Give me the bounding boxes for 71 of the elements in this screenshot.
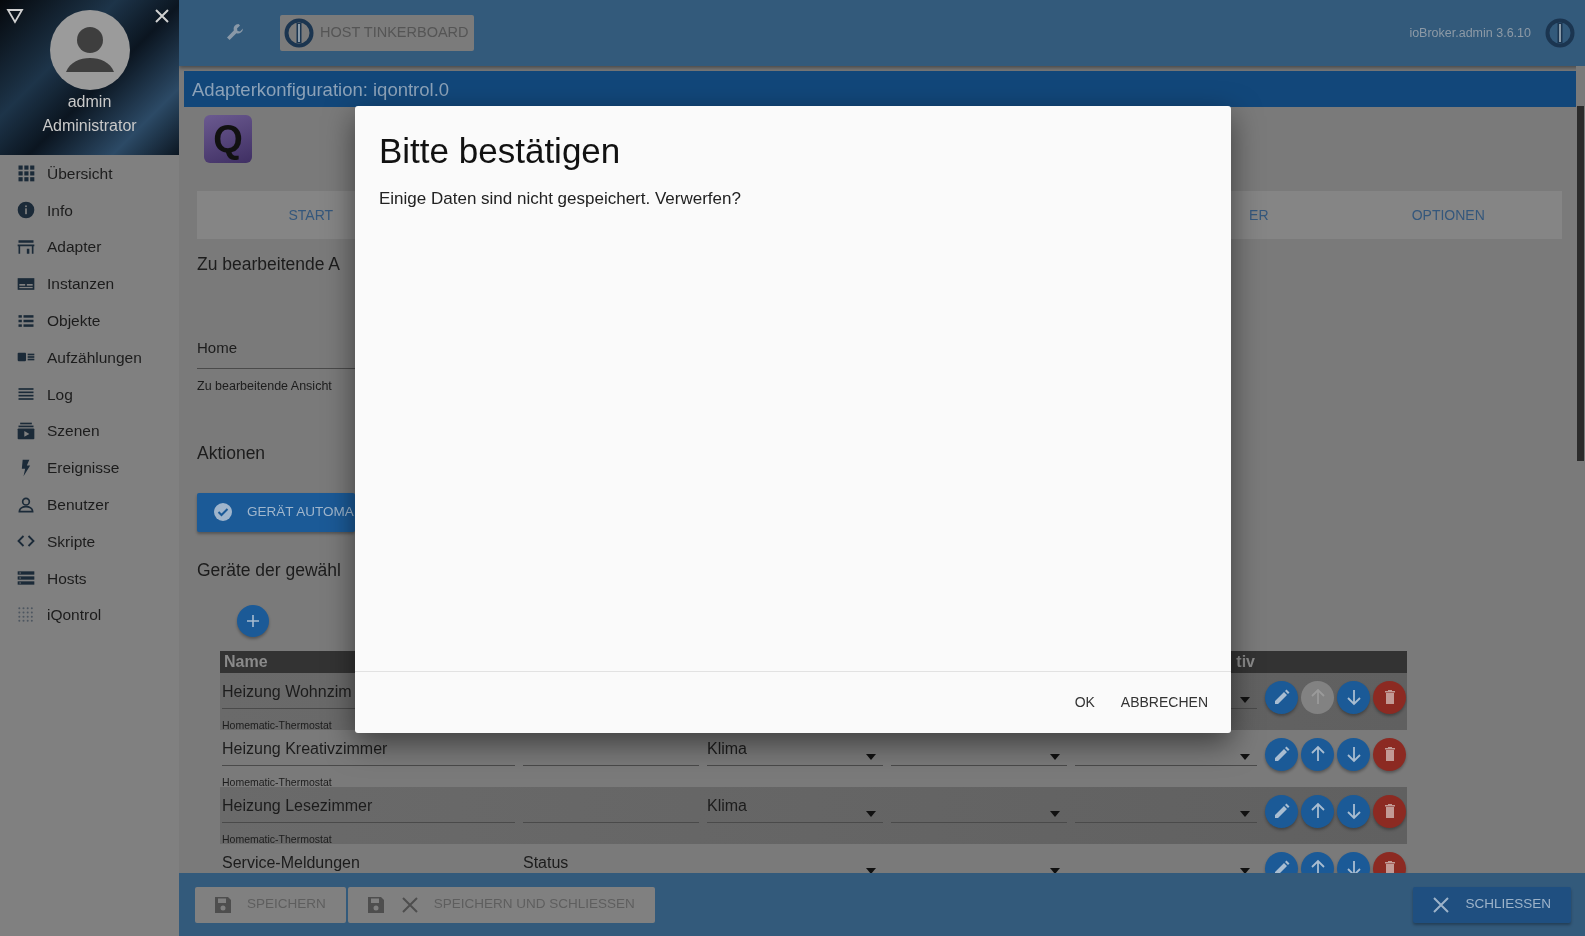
- dialog-message: Einige Daten sind nicht gespeichert. Verwerfen?: [378, 188, 742, 210]
- sidebar-item[interactable]: Aufzählungen: [0, 339, 179, 376]
- close-icon[interactable]: [154, 8, 170, 24]
- dialog-title: Bitte bestätigen: [378, 130, 622, 172]
- edit-button[interactable]: [1265, 794, 1298, 828]
- close-icon: [1431, 894, 1452, 915]
- device-type: Homematic-Thermostat: [222, 718, 333, 730]
- caret-icon: [1239, 810, 1251, 818]
- info-icon: [16, 200, 36, 221]
- version-label: ioBroker.admin 3.6.10: [1409, 24, 1531, 42]
- field-label: Zu bearbeitende Ansicht: [197, 377, 333, 395]
- caret-icon: [1049, 810, 1061, 818]
- triangle-icon[interactable]: [6, 8, 24, 24]
- device-type: Homematic-Thermostat: [222, 832, 333, 844]
- sidebar-item[interactable]: Log: [0, 375, 179, 413]
- caret-icon: [1049, 753, 1061, 761]
- caret-icon: [1239, 753, 1251, 761]
- caret-icon: [865, 753, 877, 761]
- page-title: Adapterkonfiguration: iqontrol.0: [184, 71, 1576, 107]
- sidebar-item[interactable]: Hosts: [0, 559, 179, 597]
- down-button[interactable]: [1337, 680, 1370, 714]
- add-button[interactable]: [237, 605, 269, 637]
- section-heading: Geräte der gewähl: [197, 558, 342, 582]
- sidebar-item[interactable]: Szenen: [0, 412, 179, 450]
- sidebar-item[interactable]: Instanzen: [0, 265, 179, 303]
- delete-button[interactable]: [1373, 794, 1406, 828]
- sidebar-item[interactable]: iQontrol: [0, 596, 179, 634]
- cancel-button[interactable]: ABBRECHEN: [1111, 686, 1217, 719]
- column-header: tiv: [1235, 652, 1255, 672]
- delete-button[interactable]: [1373, 737, 1406, 771]
- close-icon: [399, 894, 420, 915]
- save-icon: [213, 894, 233, 915]
- ok-button[interactable]: OK: [1065, 686, 1104, 719]
- dot-grid-icon: [16, 604, 36, 625]
- save-icon: [365, 894, 386, 915]
- down-button[interactable]: [1337, 737, 1370, 771]
- edit-button[interactable]: [1265, 737, 1298, 771]
- sidebar-item[interactable]: Info: [0, 191, 179, 229]
- grid-icon: [16, 163, 36, 184]
- scrollbar[interactable]: [1577, 106, 1584, 461]
- plus-icon: [246, 614, 260, 628]
- dropdown[interactable]: Klima: [707, 787, 883, 823]
- column-header: Name: [223, 652, 269, 672]
- power-logo-icon: [284, 18, 314, 48]
- user-name: admin: [66, 92, 113, 112]
- user-role: Administrator: [41, 116, 138, 136]
- section-heading: Aktionen: [197, 441, 267, 465]
- sidebar-item[interactable]: Adapter: [0, 228, 179, 266]
- edit-button[interactable]: [1265, 680, 1298, 714]
- device-type: Homematic-Thermostat: [222, 775, 333, 787]
- auto-create-button[interactable]: GERÄT AUTOMA: [197, 492, 355, 532]
- close-button[interactable]: SCHLIESSEN: [1413, 886, 1571, 923]
- power-logo-icon[interactable]: [1545, 18, 1575, 48]
- store-icon: [16, 237, 36, 257]
- section-heading: Zu bearbeitende A: [197, 253, 342, 276]
- name-field[interactable]: Heizung Lesezimmer: [222, 787, 515, 823]
- sidebar-item[interactable]: Übersicht: [0, 155, 179, 192]
- up-button[interactable]: [1301, 737, 1334, 771]
- sidebar-item[interactable]: Objekte: [0, 302, 179, 339]
- caret-icon: [1239, 696, 1251, 704]
- avatar-icon: [49, 10, 130, 90]
- up-button[interactable]: [1301, 794, 1334, 828]
- down-button[interactable]: [1337, 794, 1370, 828]
- caret-icon: [865, 810, 877, 818]
- sidebar-item[interactable]: Skripte: [0, 522, 179, 560]
- sidebar-item[interactable]: Benutzer: [0, 486, 179, 523]
- sidebar-item[interactable]: Ereignisse: [0, 449, 179, 487]
- play-stack-icon: [16, 420, 36, 441]
- delete-button[interactable]: [1373, 680, 1406, 714]
- check-circle-icon: [213, 502, 233, 523]
- adapter-logo: Q: [204, 115, 252, 163]
